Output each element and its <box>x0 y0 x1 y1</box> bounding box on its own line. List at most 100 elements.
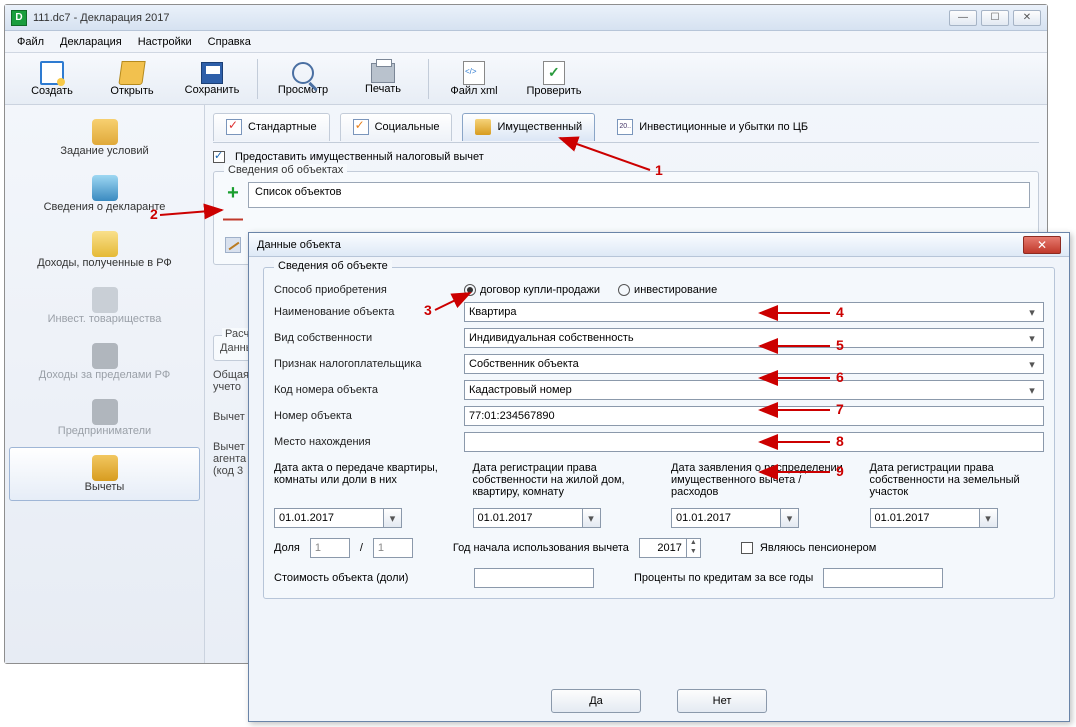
sidebar-invest-partnership[interactable]: Инвест. товарищества <box>9 279 200 333</box>
menu-file[interactable]: Файл <box>13 34 48 50</box>
house-icon <box>475 119 491 135</box>
object-number-label: Номер объекта <box>274 410 464 422</box>
radio-icon <box>464 284 476 296</box>
sidebar-deductions[interactable]: Вычеты <box>9 447 200 501</box>
tb-open[interactable]: Открыть <box>97 61 167 97</box>
share-label: Доля <box>274 542 300 554</box>
pensioner-checkbox[interactable] <box>741 542 753 554</box>
tb-view[interactable]: Просмотр <box>268 62 338 96</box>
menu-help[interactable]: Справка <box>204 34 255 50</box>
menu-settings[interactable]: Настройки <box>134 34 196 50</box>
window-title: 111.dc7 - Декларация 2017 <box>33 12 949 24</box>
sidebar-entrepreneurs[interactable]: Предприниматели <box>9 391 200 445</box>
chevron-down-icon[interactable]: ▾ <box>980 508 998 528</box>
spin-down-icon[interactable]: ▼ <box>687 548 700 557</box>
number-code-select[interactable]: Кадастровый номер▾ <box>464 380 1044 400</box>
dialog-close-button[interactable]: ✕ <box>1023 236 1061 254</box>
provide-deduction-row: Предоставить имущественный налоговый выч… <box>213 151 1039 163</box>
radio-purchase[interactable]: договор купли-продажи <box>464 284 600 296</box>
number-code-label: Код номера объекта <box>274 384 464 396</box>
taxpayer-sign-select[interactable]: Собственник объекта▾ <box>464 354 1044 374</box>
toolbar: Создать Открыть Сохранить Просмотр Печат… <box>5 53 1047 105</box>
tb-create[interactable]: Создать <box>17 61 87 97</box>
object-number-input[interactable] <box>464 406 1044 426</box>
radio-icon <box>618 284 630 296</box>
sidebar-conditions[interactable]: Задание условий <box>9 111 200 165</box>
chevron-down-icon: ▾ <box>1025 332 1039 345</box>
edit-object-button[interactable] <box>222 234 244 256</box>
pensioner-label: Являюсь пенсионером <box>760 542 876 554</box>
app-icon: D <box>11 10 27 26</box>
cost-input[interactable] <box>474 568 594 588</box>
chevron-down-icon: ▾ <box>1025 358 1039 371</box>
tb-xml[interactable]: Файл xml <box>439 61 509 97</box>
entrepreneur-icon <box>92 399 118 425</box>
chevron-down-icon[interactable]: ▾ <box>583 508 601 528</box>
radio-invest[interactable]: инвестирование <box>618 284 717 296</box>
share-denominator <box>373 538 413 558</box>
deduction-tabs: Стандартные Социальные Имущественный 20.… <box>213 111 1039 143</box>
sidebar-declarant[interactable]: Сведения о декларанте <box>9 167 200 221</box>
spin-up-icon[interactable]: ▲ <box>687 539 700 548</box>
chevron-down-icon[interactable]: ▾ <box>781 508 799 528</box>
new-file-icon <box>40 61 64 85</box>
tab-invest[interactable]: 20..Инвестиционные и убытки по ЦБ <box>605 113 820 141</box>
remove-object-button[interactable]: — <box>222 208 244 230</box>
ok-button[interactable]: Да <box>551 689 641 713</box>
partnership-icon <box>92 287 118 313</box>
coins-icon <box>92 231 118 257</box>
object-name-select[interactable]: Квартира▾ <box>464 302 1044 322</box>
maximize-button[interactable]: ☐ <box>981 10 1009 26</box>
year-spinner[interactable]: ▲▼ <box>639 538 701 558</box>
menu-declaration[interactable]: Декларация <box>56 34 126 50</box>
date3-input[interactable]: ▾ <box>671 508 846 528</box>
minus-icon: — <box>223 212 243 226</box>
date1-input[interactable]: ▾ <box>274 508 449 528</box>
tb-check[interactable]: Проверить <box>519 61 589 97</box>
tab-standard[interactable]: Стандартные <box>213 113 330 141</box>
chevron-down-icon: ▾ <box>1025 306 1039 319</box>
date4-caption: Дата регистрации права собственности на … <box>870 462 1045 508</box>
toolbar-separator <box>428 59 429 99</box>
chevron-down-icon[interactable]: ▾ <box>384 508 402 528</box>
date4-input[interactable]: ▾ <box>870 508 1045 528</box>
ownership-select[interactable]: Индивидуальная собственность▾ <box>464 328 1044 348</box>
standard-deduction-icon <box>226 119 242 135</box>
tab-social[interactable]: Социальные <box>340 113 453 141</box>
menubar: Файл Декларация Настройки Справка <box>5 31 1047 53</box>
cost-label: Стоимость объекта (доли) <box>274 572 464 584</box>
sidebar: Задание условий Сведения о декларанте До… <box>5 105 205 663</box>
objects-list[interactable]: Список объектов <box>248 182 1030 208</box>
magnifier-icon <box>292 62 314 84</box>
chevron-down-icon: ▾ <box>1025 384 1039 397</box>
provide-deduction-checkbox[interactable] <box>213 151 225 163</box>
location-label: Место нахождения <box>274 436 464 448</box>
money-bag-icon <box>92 343 118 369</box>
object-data-dialog: Данные объекта ✕ Сведения об объекте Спо… <box>248 232 1070 722</box>
tab-property[interactable]: Имущественный <box>462 113 595 141</box>
save-disk-icon <box>201 62 223 84</box>
date2-caption: Дата регистрации права собственности на … <box>473 462 648 508</box>
social-deduction-icon <box>353 119 369 135</box>
add-object-button[interactable]: + <box>222 182 244 204</box>
tb-print[interactable]: Печать <box>348 63 418 95</box>
open-folder-icon <box>118 61 145 85</box>
ownership-label: Вид собственности <box>274 332 464 344</box>
sidebar-income-rf[interactable]: Доходы, полученные в РФ <box>9 223 200 277</box>
date2-input[interactable]: ▾ <box>473 508 648 528</box>
interest-label: Проценты по кредитам за все годы <box>634 572 813 584</box>
cancel-button[interactable]: Нет <box>677 689 767 713</box>
year-label: Год начала использования вычета <box>453 542 629 554</box>
toolbar-separator <box>257 59 258 99</box>
location-input[interactable] <box>464 432 1044 452</box>
tb-save[interactable]: Сохранить <box>177 62 247 96</box>
dialog-titlebar: Данные объекта ✕ <box>249 233 1069 257</box>
sidebar-foreign-income[interactable]: Доходы за пределами РФ <box>9 335 200 389</box>
close-button[interactable]: ✕ <box>1013 10 1041 26</box>
fieldset-legend: Сведения об объекте <box>274 260 392 272</box>
interest-input[interactable] <box>823 568 943 588</box>
minimize-button[interactable]: — <box>949 10 977 26</box>
taxpayer-sign-label: Признак налогоплательщика <box>274 358 464 370</box>
titlebar: D 111.dc7 - Декларация 2017 — ☐ ✕ <box>5 5 1047 31</box>
dialog-title: Данные объекта <box>257 239 341 251</box>
